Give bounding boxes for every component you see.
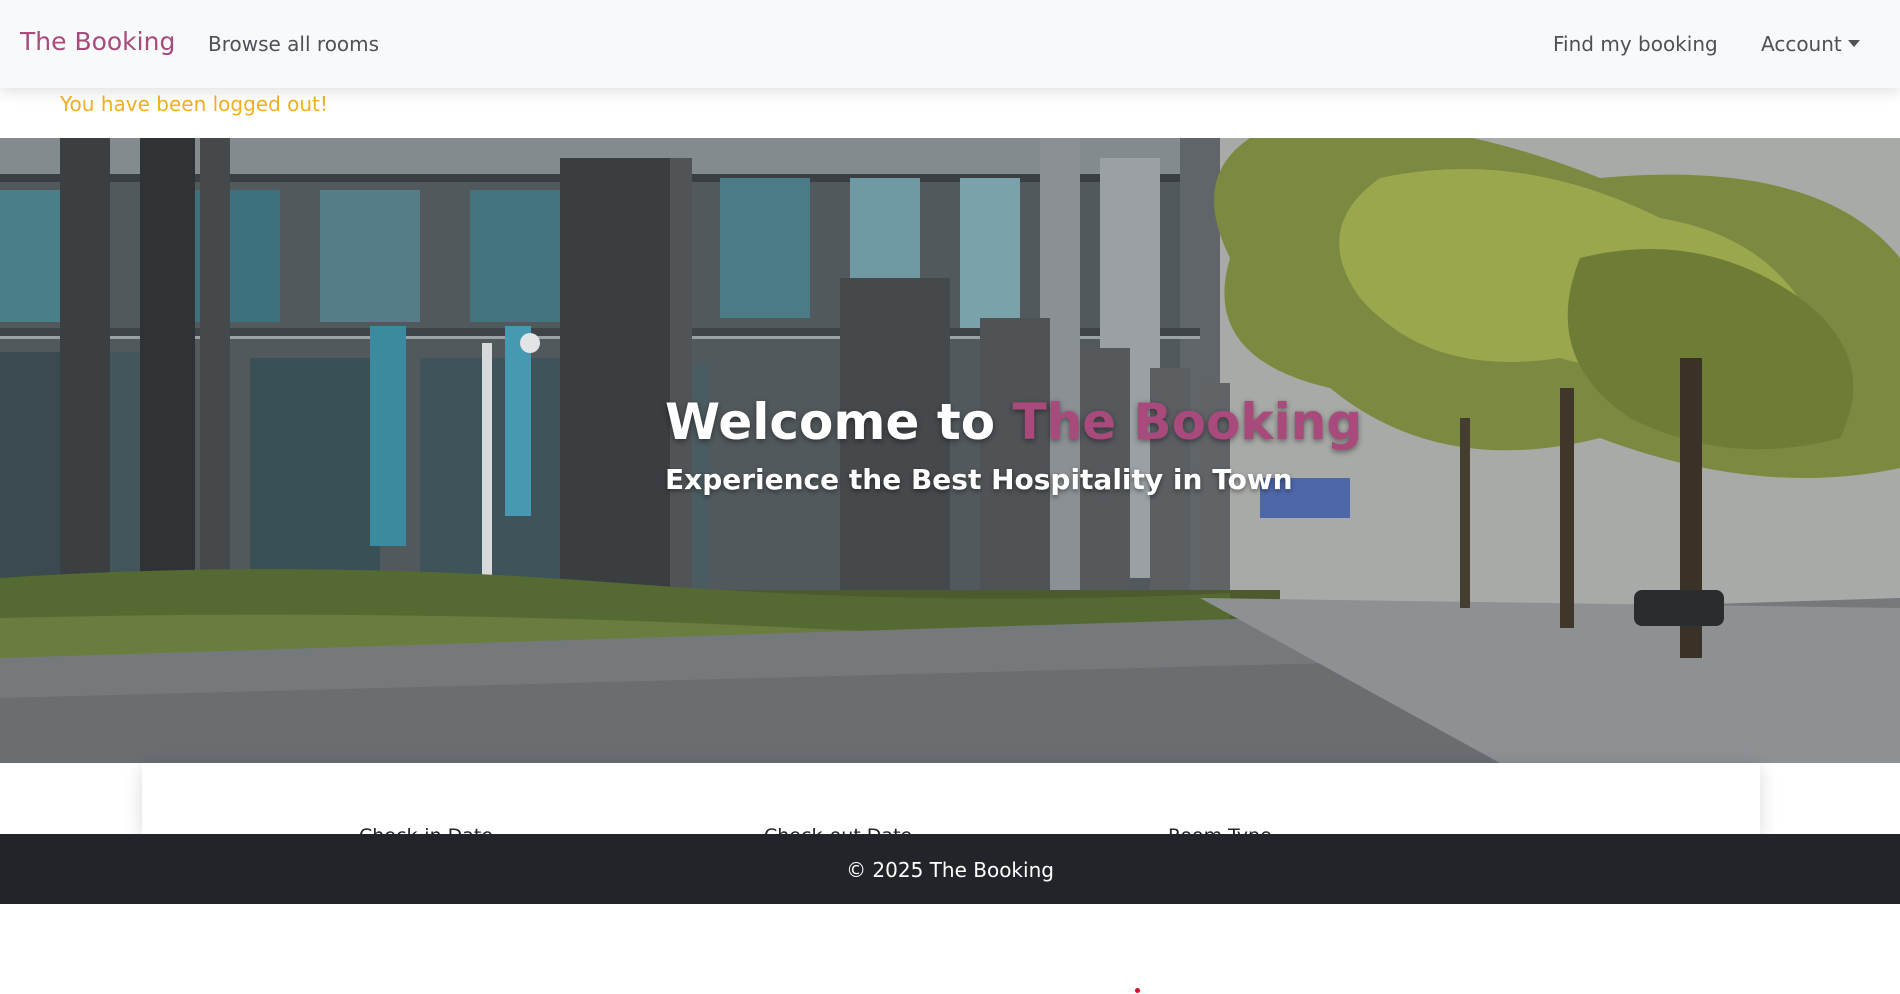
logout-flash-message: You have been logged out!: [60, 92, 328, 116]
find-booking-link[interactable]: Find my booking: [1553, 32, 1718, 56]
chevron-down-icon: [1847, 40, 1860, 47]
hero-title: Welcome to The Booking: [665, 393, 1362, 451]
brand-link[interactable]: The Booking: [20, 27, 175, 56]
account-label: Account: [1761, 32, 1842, 56]
booking-search-card: Check-in Date Check-out Date Room Type: [142, 763, 1760, 835]
red-dot-marker: [1135, 988, 1140, 993]
footer-copyright: © 2025 The Booking: [846, 858, 1054, 882]
hero-banner: Welcome to The Booking Experience the Be…: [0, 138, 1900, 763]
browse-rooms-link[interactable]: Browse all rooms: [208, 32, 379, 56]
account-dropdown[interactable]: Account: [1761, 32, 1860, 56]
hero-title-brand: The Booking: [1012, 393, 1363, 451]
hero-subtitle: Experience the Best Hospitality in Town: [665, 463, 1293, 496]
top-navbar: The Booking Browse all rooms Find my boo…: [0, 0, 1900, 88]
page-footer: © 2025 The Booking: [0, 834, 1900, 904]
hero-title-prefix: Welcome to: [665, 393, 996, 451]
